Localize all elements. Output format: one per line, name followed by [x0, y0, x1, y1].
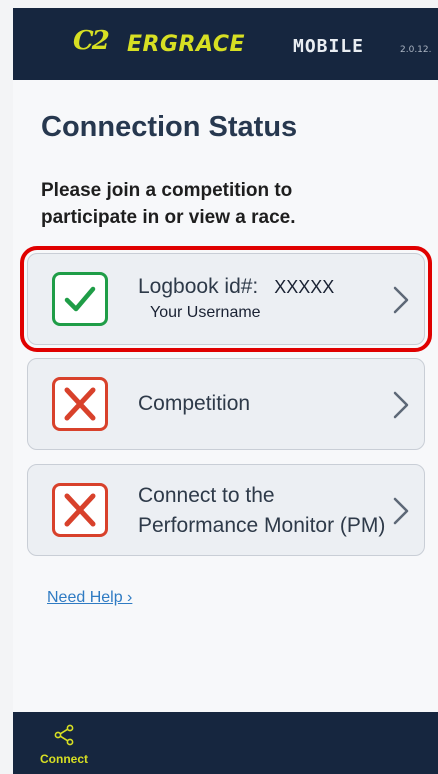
pm-connect-text: Connect to the Performance Monitor (PM): [138, 481, 408, 541]
nav-connect[interactable]: Connect: [29, 720, 99, 766]
check-icon: [64, 286, 96, 312]
chevron-right-icon: [393, 286, 409, 314]
bottom-nav: Connect: [13, 712, 438, 774]
nav-connect-label: Connect: [40, 752, 88, 766]
app-screen: C2 ERGRACE MOBILE 2.0.12. Connection Sta…: [13, 8, 438, 774]
app-header: C2 ERGRACE MOBILE 2.0.12.: [13, 8, 438, 80]
logbook-id-value: XXXXX: [274, 277, 335, 297]
chevron-right-icon: [393, 391, 409, 419]
competition-card[interactable]: Competition: [27, 358, 425, 450]
x-icon: [64, 493, 96, 527]
logbook-username: Your Username: [150, 304, 261, 321]
competition-label: Competition: [138, 392, 251, 415]
status-ok-box: [52, 272, 108, 326]
need-help-link[interactable]: Need Help ›: [47, 589, 132, 607]
brand-suffix: MOBILE: [293, 36, 365, 57]
pm-line-2: Performance Monitor (PM): [138, 514, 386, 537]
share-icon: [54, 724, 74, 746]
pm-line-1: Connect to the: [138, 484, 275, 507]
c2-logo: C2: [73, 26, 110, 56]
pm-connect-card[interactable]: Connect to the Performance Monitor (PM): [27, 464, 425, 556]
x-icon: [64, 387, 96, 421]
status-fail-box: [52, 377, 108, 431]
logbook-text: Logbook id#: XXXXX Your Username: [138, 272, 408, 324]
page-title: Connection Status: [41, 111, 298, 143]
status-fail-box: [52, 483, 108, 537]
logbook-card[interactable]: Logbook id#: XXXXX Your Username: [20, 246, 432, 352]
chevron-right-icon: [393, 497, 409, 525]
version-label: 2.0.12.: [400, 45, 432, 55]
competition-text: Competition: [138, 389, 408, 419]
brand-name: ERGRACE: [127, 32, 245, 57]
page-subtitle: Please join a competition to participate…: [41, 180, 296, 228]
logbook-label: Logbook id#:: [138, 275, 259, 298]
